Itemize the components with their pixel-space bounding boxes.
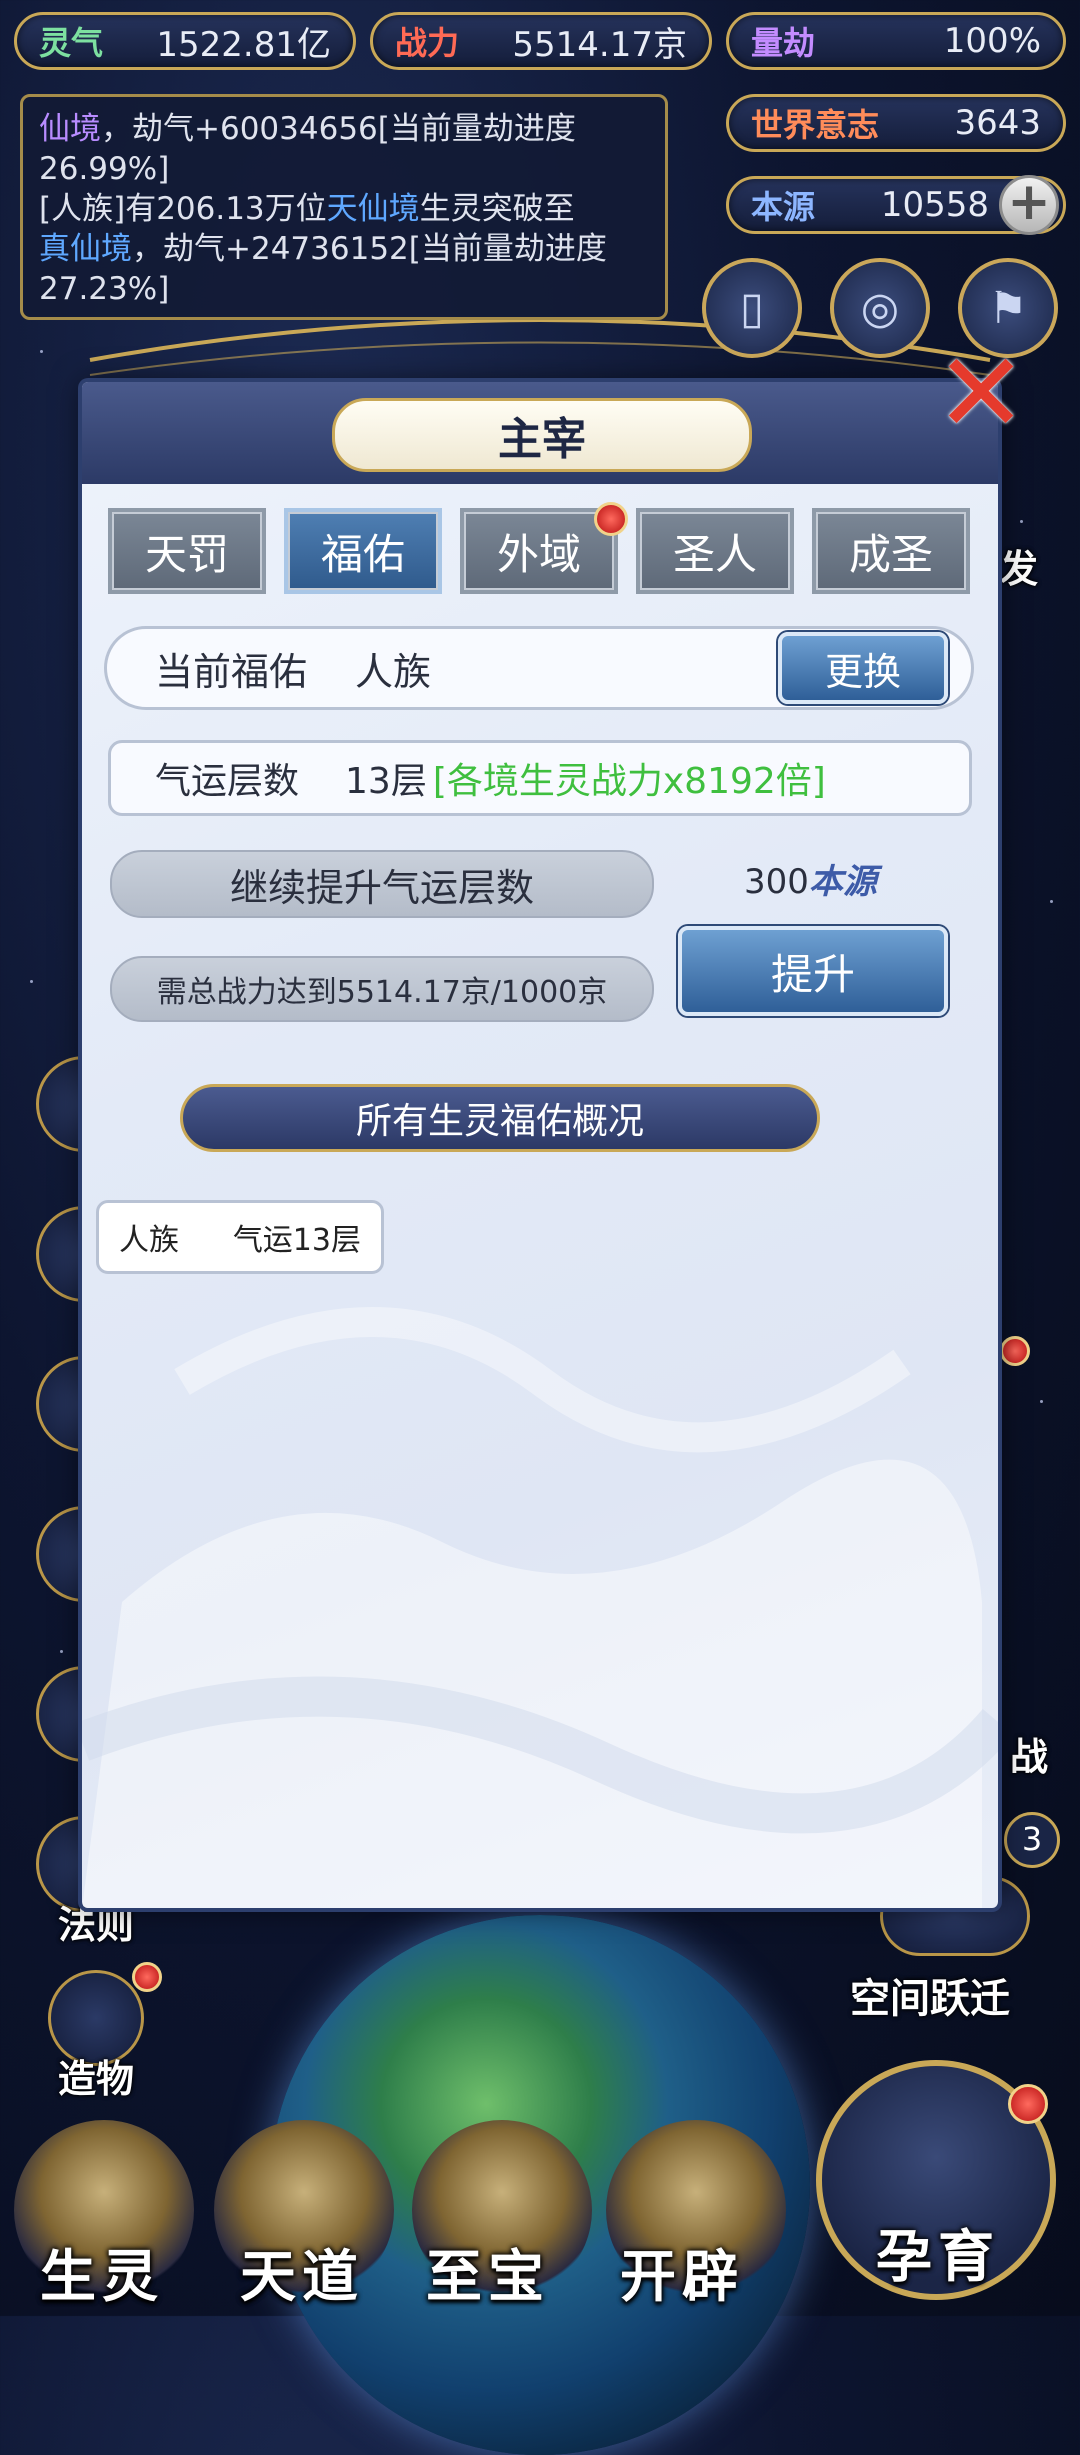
luck-level-value: 13层 — [345, 761, 427, 802]
right-notification-dot — [1000, 1336, 1030, 1366]
nav-treasure[interactable]: 至宝 — [426, 2232, 550, 2313]
world-will-value: 3643 — [954, 103, 1041, 143]
card-icon[interactable]: ▯ — [702, 258, 802, 358]
tab-saint[interactable]: 圣人 — [636, 508, 794, 594]
space-jump-label: 空间跃迁 — [850, 1975, 1010, 2022]
upgrade-cost: 300本源 — [744, 854, 877, 903]
right-count-badge: 3 — [1004, 1812, 1060, 1868]
lingqi-value: 1522.81亿 — [156, 24, 331, 65]
luck-level-bonus: [各境生灵战力x8192倍] — [432, 761, 826, 802]
liangjie-value: 100% — [943, 21, 1041, 61]
benyuan-label: 本源 — [751, 188, 816, 226]
nav-genesis[interactable]: 开辟 — [620, 2232, 744, 2313]
upgrade-cost-unit: 本源 — [808, 862, 877, 902]
liangjie-label: 量劫 — [751, 24, 816, 62]
log-text-2c: 生灵突破至 — [419, 191, 575, 227]
nav-heaven-dao[interactable]: 天道 — [240, 2232, 364, 2313]
world-will-resource: 世界意志 3643 — [726, 94, 1066, 152]
zhanli-label: 战力 — [395, 24, 460, 62]
vortex-icon[interactable]: ◎ — [830, 258, 930, 358]
tab-blessing[interactable]: 福佑 — [284, 508, 442, 594]
luck-level-row: 气运层数 13层 [各境生灵战力x8192倍] — [108, 740, 972, 816]
blessing-overview-banner: 所有生灵福佑概况 — [180, 1084, 820, 1152]
creation-label: 造物 — [58, 2056, 135, 2101]
right-side-zhan-label: 战 — [1010, 1734, 1049, 1779]
change-blessing-button[interactable]: 更换 — [778, 632, 948, 704]
current-blessing-value: 人族 — [355, 649, 432, 694]
zhanli-resource: 战力 5514.17京 — [370, 12, 712, 70]
nav-nurture[interactable]: 孕育 — [876, 2212, 1000, 2293]
event-log: 仙境，劫气+60034656[当前量劫进度26.99%] [人族]有206.13… — [20, 94, 668, 320]
lingqi-resource: 灵气 1522.81亿 — [14, 12, 356, 70]
log-realm-3: 真仙境 — [39, 231, 132, 267]
right-side-fa-label: 发 — [1000, 546, 1039, 591]
close-icon[interactable]: ✕ — [935, 338, 1031, 448]
overview-item: 人族 气运13层 — [96, 1200, 384, 1274]
creation-notification-dot — [132, 1962, 162, 1992]
upgrade-button[interactable]: 提升 — [678, 926, 948, 1016]
dialog-title: 主宰 — [332, 398, 752, 472]
upgrade-luck-label: 继续提升气运层数 — [110, 850, 654, 918]
add-benyuan-button[interactable]: + — [999, 175, 1059, 235]
upgrade-cost-value: 300 — [744, 862, 809, 902]
nav-creatures[interactable]: 生灵 — [40, 2232, 164, 2313]
benyuan-value: 10558 — [880, 185, 989, 225]
nurture-notification-dot — [1008, 2084, 1048, 2124]
outer-domain-notification-dot — [594, 502, 628, 536]
log-text-1: ，劫气+60034656[当前量劫进度26.99%] — [39, 111, 576, 187]
benyuan-resource: 本源 10558 + — [726, 175, 1066, 235]
lingqi-label: 灵气 — [39, 24, 104, 62]
power-requirement: 需总战力达到5514.17京/1000京 — [110, 956, 654, 1022]
tab-become-saint[interactable]: 成圣 — [812, 508, 970, 594]
liangjie-resource: 量劫 100% — [726, 12, 1066, 70]
tab-punishment[interactable]: 天罚 — [108, 508, 266, 594]
current-blessing-label: 当前福佑 — [155, 649, 308, 694]
overview-luck: 气运13层 — [232, 1223, 361, 1258]
log-realm-2: 天仙境 — [326, 191, 420, 227]
log-text-2a: [人族]有206.13万位 — [39, 191, 327, 227]
luck-level-label: 气运层数 — [155, 761, 300, 802]
zhanli-value: 5514.17京 — [512, 24, 687, 65]
overview-race: 人族 — [119, 1223, 179, 1258]
log-realm-1: 仙境 — [39, 111, 101, 147]
world-will-label: 世界意志 — [751, 106, 880, 144]
